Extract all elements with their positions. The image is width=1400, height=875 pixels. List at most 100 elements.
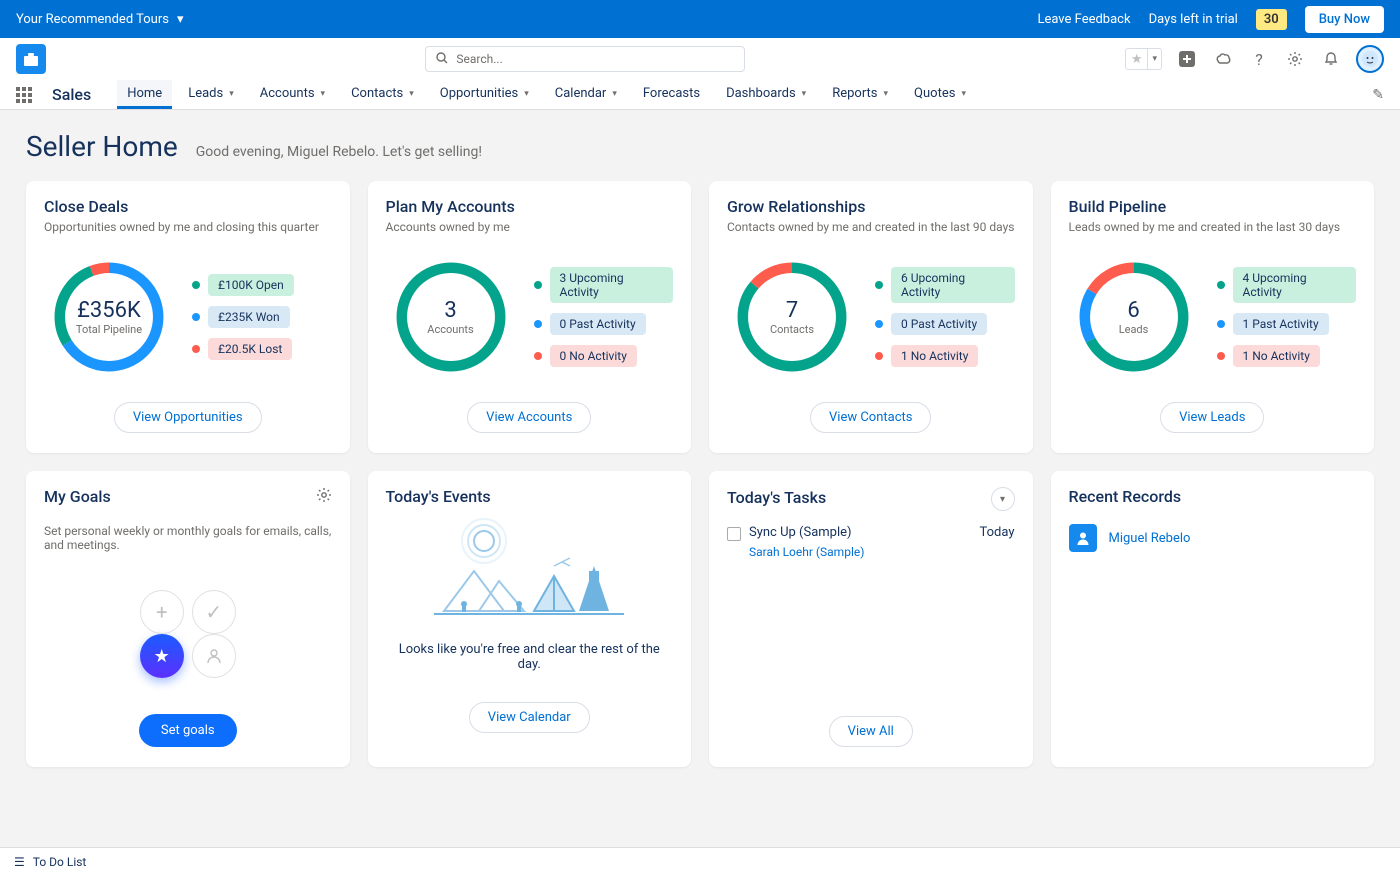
chevron-down-icon: ▾ (802, 89, 807, 99)
chevron-down-icon: ▾ (229, 89, 234, 99)
events-empty-illustration (386, 516, 674, 626)
donut-label: Total Pipeline (76, 323, 142, 336)
legend-item: 1 No Activity (1217, 345, 1357, 367)
tab-contacts[interactable]: Contacts▾ (341, 80, 424, 109)
tab-calendar[interactable]: Calendar▾ (545, 80, 627, 109)
chevron-down-icon: ▾ (1147, 49, 1161, 69)
view-opportunities-button[interactable]: View Opportunities (114, 402, 262, 433)
app-name-label: Sales (52, 85, 91, 104)
user-avatar[interactable] (1356, 45, 1384, 73)
chevron-down-icon: ▾ (612, 89, 617, 99)
app-logo[interactable] (16, 44, 46, 74)
task-label[interactable]: Sync Up (Sample) (749, 525, 852, 540)
check-circle-icon: ✓ (192, 590, 236, 634)
donut-chart: 6Leads (1069, 252, 1199, 382)
global-search-input[interactable]: Search... (425, 46, 745, 72)
tab-home[interactable]: Home (117, 80, 172, 109)
tab-leads[interactable]: Leads▾ (178, 80, 244, 109)
notifications-bell-icon[interactable] (1320, 48, 1342, 70)
person-circle-icon (192, 634, 236, 678)
donut-chart: £356KTotal Pipeline (44, 252, 174, 382)
contact-icon (1069, 524, 1097, 552)
view-calendar-button[interactable]: View Calendar (469, 702, 590, 733)
leave-feedback-link[interactable]: Leave Feedback (1037, 12, 1130, 27)
card-my-goals: My Goals Set personal weekly or monthly … (26, 471, 350, 767)
legend-item: 6 Upcoming Activity (875, 267, 1015, 303)
card-title: Close Deals (44, 197, 332, 216)
task-related-link[interactable]: Sarah Loehr (Sample) (749, 545, 1015, 559)
chevron-down-icon: ▾ (409, 89, 414, 99)
search-placeholder: Search... (456, 52, 502, 66)
trial-days-text: Days left in trial (1149, 12, 1238, 27)
task-row: Sync Up (Sample) Today (727, 525, 1015, 541)
edit-nav-pencil-icon[interactable]: ✎ (1372, 87, 1384, 103)
card-subtitle: Set personal weekly or monthly goals for… (44, 524, 332, 552)
legend-item: 0 Past Activity (534, 313, 674, 335)
tab-reports[interactable]: Reports▾ (822, 80, 898, 109)
view-contacts-button[interactable]: View Contacts (810, 402, 931, 433)
donut-chart: 7Contacts (727, 252, 857, 382)
view-leads-button[interactable]: View Leads (1160, 402, 1264, 433)
task-checkbox[interactable] (727, 527, 741, 541)
legend-item: £235K Won (192, 306, 294, 328)
legend-item: £100K Open (192, 274, 294, 296)
view-all-tasks-button[interactable]: View All (829, 716, 913, 747)
card-grow-relationships: Grow Relationships Contacts owned by me … (709, 181, 1033, 453)
card-todays-tasks: Today's Tasks ▾ Sync Up (Sample) Today S… (709, 471, 1033, 767)
trial-days-badge: 30 (1256, 9, 1287, 30)
dot-icon (875, 281, 883, 289)
card-subtitle: Accounts owned by me (386, 220, 674, 234)
todo-list-button[interactable]: To Do List (33, 855, 87, 869)
settings-gear-icon[interactable] (1284, 48, 1306, 70)
tab-accounts[interactable]: Accounts▾ (250, 80, 335, 109)
card-plan-accounts: Plan My Accounts Accounts owned by me 3A… (368, 181, 692, 453)
goals-settings-gear-icon[interactable] (316, 487, 332, 507)
donut-value: 7 (786, 298, 798, 323)
donut-value: 3 (444, 298, 456, 323)
dot-icon (1217, 352, 1225, 360)
salesforce-cloud-icon[interactable] (1212, 48, 1234, 70)
donut-label: Accounts (427, 323, 473, 336)
view-accounts-button[interactable]: View Accounts (467, 402, 591, 433)
star-icon: ★ (1126, 52, 1148, 67)
legend-item: 4 Upcoming Activity (1217, 267, 1357, 303)
dot-icon (1217, 281, 1225, 289)
events-empty-text: Looks like you're free and clear the res… (386, 642, 674, 672)
card-title: Today's Events (386, 487, 674, 506)
task-due: Today (979, 525, 1014, 541)
legend-item: 3 Upcoming Activity (534, 267, 674, 303)
page-title: Seller Home (26, 130, 178, 163)
add-icon[interactable] (1176, 48, 1198, 70)
card-close-deals: Close Deals Opportunities owned by me an… (26, 181, 350, 453)
card-title: Today's Tasks (727, 488, 826, 507)
recent-record-link[interactable]: Miguel Rebelo (1109, 531, 1191, 546)
astro-avatar-icon (1361, 50, 1379, 68)
chevron-down-icon: ▾ (321, 89, 326, 99)
recent-record-row[interactable]: Miguel Rebelo (1069, 524, 1357, 552)
tab-dashboards[interactable]: Dashboards▾ (716, 80, 816, 109)
card-todays-events: Today's Events (368, 471, 692, 767)
object-nav-bar: Sales Home Leads▾ Accounts▾ Contacts▾ Op… (0, 80, 1400, 110)
global-header: Search... ★▾ ? (0, 38, 1400, 80)
help-icon[interactable]: ? (1248, 48, 1270, 70)
tab-opportunities[interactable]: Opportunities▾ (430, 80, 539, 109)
legend-item: 0 No Activity (534, 345, 674, 367)
dot-icon (192, 281, 200, 289)
tab-forecasts[interactable]: Forecasts (633, 80, 710, 109)
star-circle-icon: ★ (140, 634, 184, 678)
chevron-down-icon: ▾ (524, 89, 529, 99)
donut-value: 6 (1127, 298, 1139, 323)
dot-icon (1217, 320, 1225, 328)
dot-icon (534, 320, 542, 328)
buy-now-button[interactable]: Buy Now (1305, 6, 1384, 33)
donut-label: Leads (1119, 323, 1149, 336)
set-goals-button[interactable]: Set goals (139, 714, 237, 747)
card-recent-records: Recent Records Miguel Rebelo (1051, 471, 1375, 767)
legend-item: £20.5K Lost (192, 338, 294, 360)
app-launcher-icon[interactable] (16, 87, 32, 103)
tab-quotes[interactable]: Quotes▾ (904, 80, 976, 109)
favorites-toggle[interactable]: ★▾ (1125, 48, 1162, 70)
recommended-tours-dropdown[interactable]: Your Recommended Tours ▾ (16, 12, 183, 27)
dot-icon (875, 352, 883, 360)
tasks-filter-dropdown[interactable]: ▾ (991, 487, 1015, 511)
